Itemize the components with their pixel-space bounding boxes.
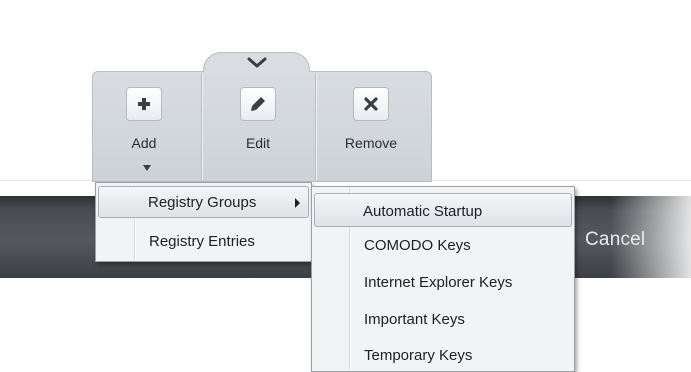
remove-button[interactable] — [353, 87, 389, 121]
pencil-icon — [251, 97, 265, 111]
caret-down-icon[interactable] — [143, 165, 151, 171]
menu-item-automatic-startup[interactable]: Automatic Startup — [314, 193, 572, 227]
edit-label[interactable]: Edit — [238, 135, 278, 151]
registry-groups-submenu: Automatic Startup COMODO Keys Internet E… — [311, 186, 575, 372]
add-label[interactable]: Add — [124, 135, 164, 151]
menu-item-label: Registry Entries — [149, 233, 255, 250]
menu-item-label: Temporary Keys — [364, 347, 473, 364]
chevron-down-icon[interactable] — [246, 56, 268, 70]
menu-item-label: COMODO Keys — [364, 237, 471, 254]
toolbar-separator — [315, 73, 316, 180]
menu-item-registry-groups[interactable]: Registry Groups — [98, 186, 309, 218]
edit-button[interactable] — [240, 87, 276, 121]
plus-icon — [138, 98, 150, 110]
add-menu: Registry Groups Registry Entries — [95, 182, 312, 262]
menu-item-comodo-keys[interactable]: COMODO Keys — [314, 230, 572, 262]
menu-item-label: Internet Explorer Keys — [364, 274, 513, 291]
add-button[interactable] — [126, 87, 162, 121]
menu-item-label: Registry Groups — [148, 194, 257, 211]
menu-item-temporary-keys[interactable]: Temporary Keys — [314, 340, 572, 372]
toolbar-separator — [201, 73, 202, 180]
x-icon — [364, 97, 378, 111]
menu-item-label: Important Keys — [364, 311, 465, 328]
menu-item-label: Automatic Startup — [363, 203, 483, 220]
remove-label[interactable]: Remove — [333, 135, 409, 151]
menu-item-registry-entries[interactable]: Registry Entries — [98, 226, 309, 258]
submenu-arrow-icon — [295, 198, 300, 208]
cancel-button[interactable]: Cancel — [585, 229, 645, 251]
menu-item-internet-explorer-keys[interactable]: Internet Explorer Keys — [314, 267, 572, 299]
menu-item-important-keys[interactable]: Important Keys — [314, 304, 572, 336]
